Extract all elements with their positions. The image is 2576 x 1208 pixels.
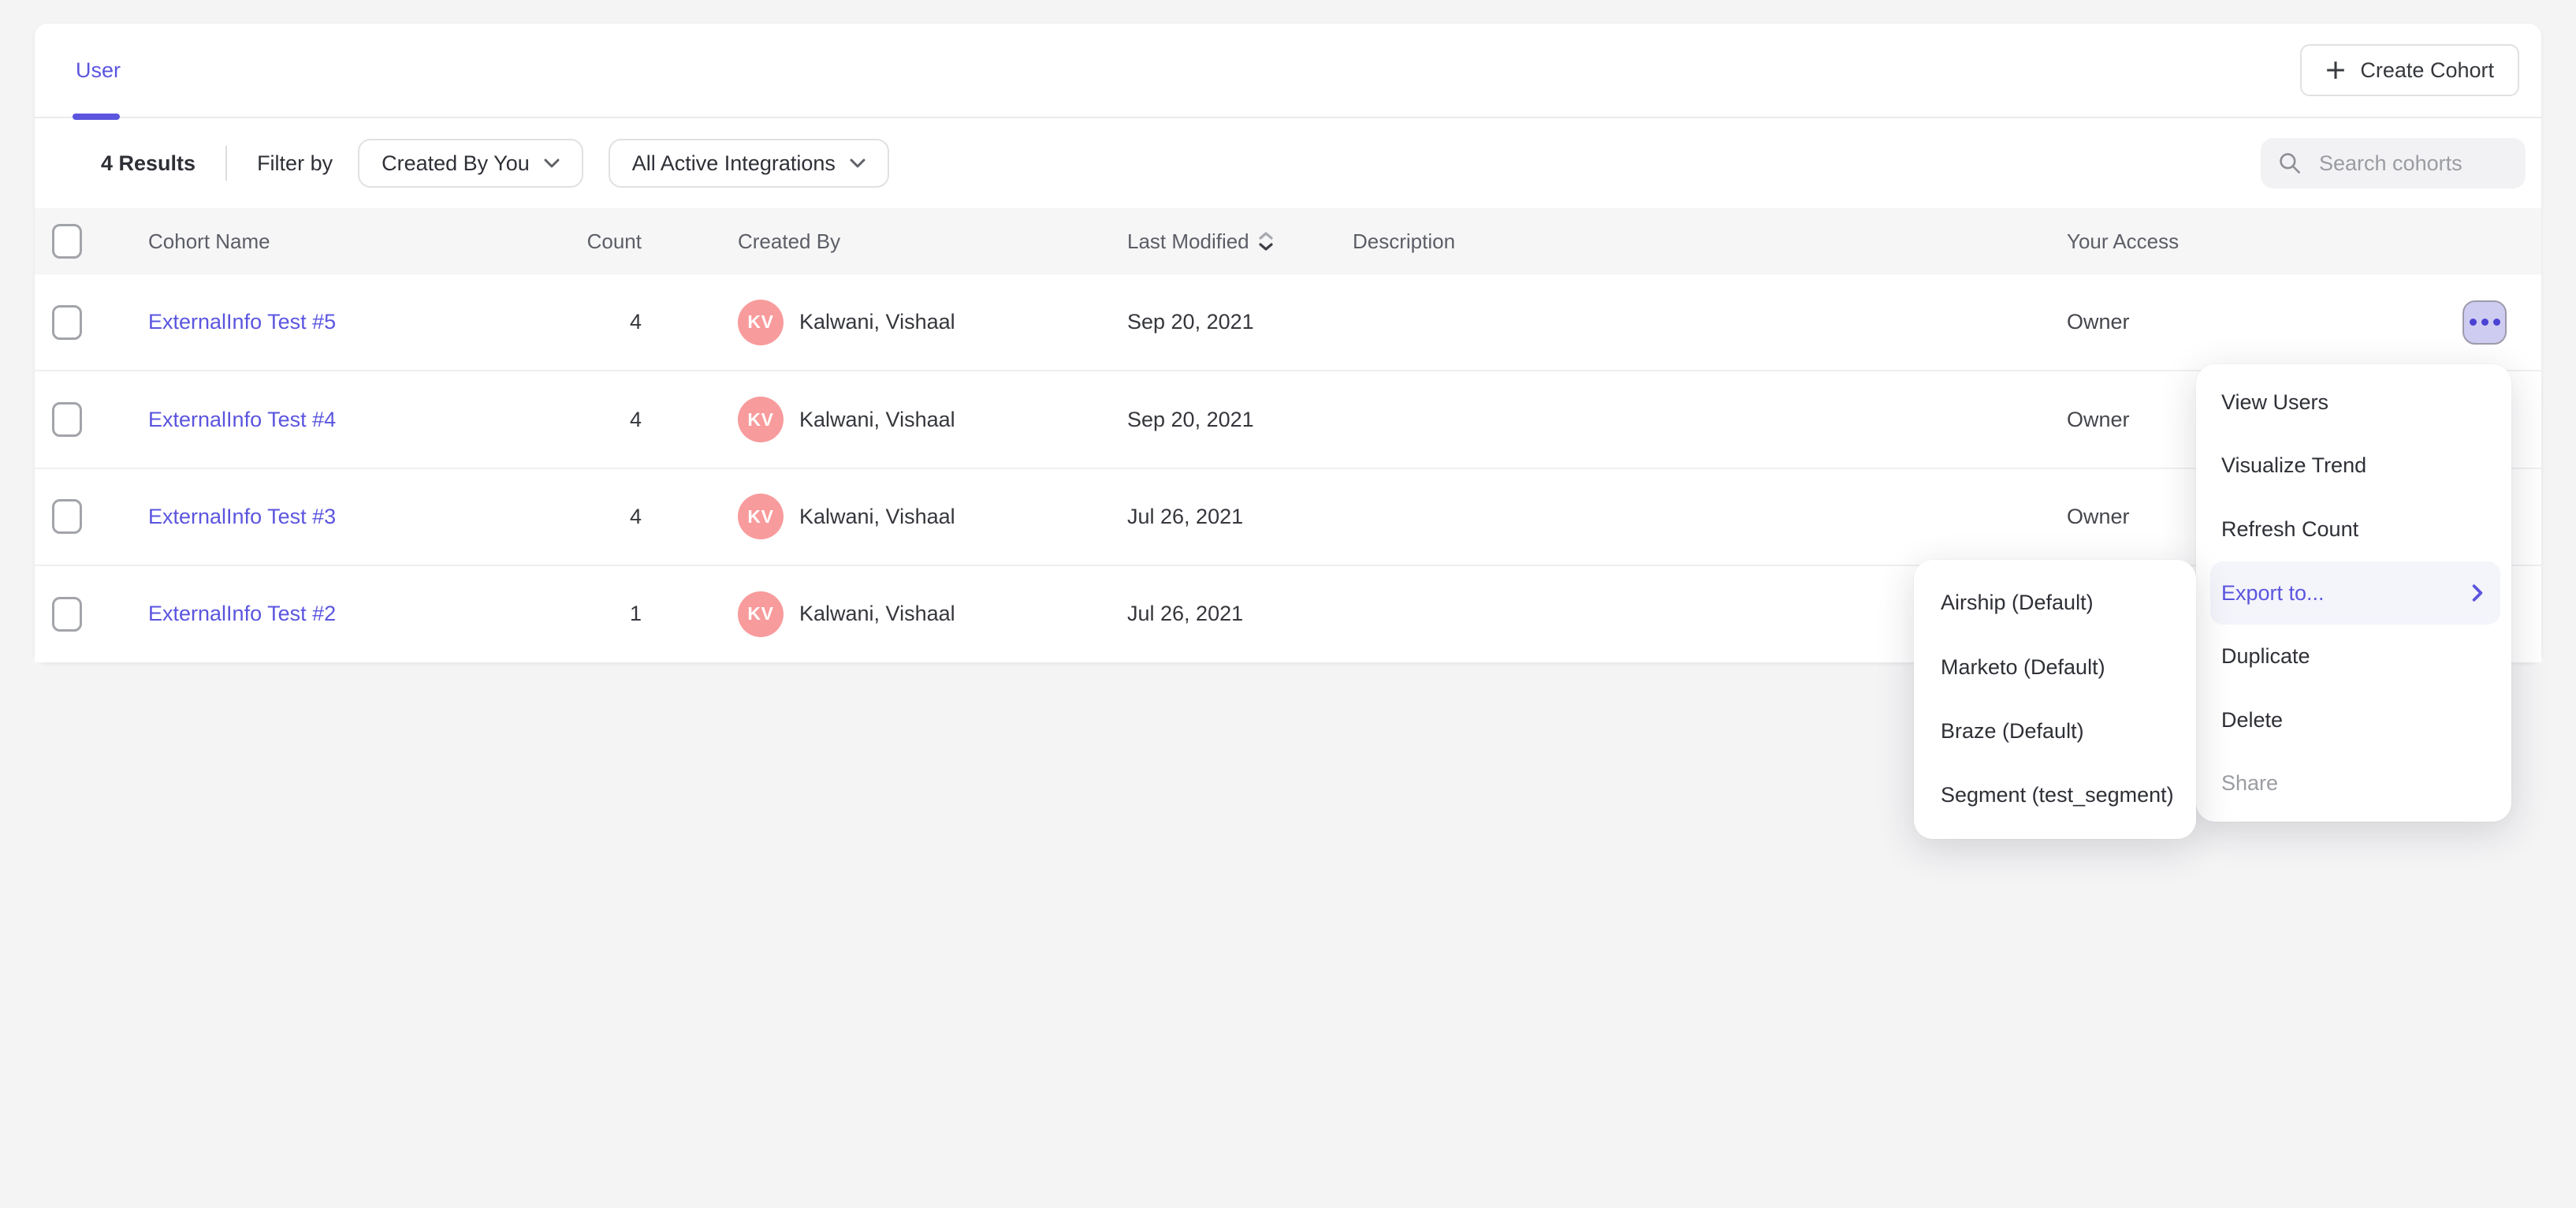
filter-by-label: Filter by bbox=[257, 151, 333, 176]
row-checkbox[interactable] bbox=[52, 305, 82, 340]
create-cohort-label: Create Cohort bbox=[2360, 58, 2494, 83]
sort-asc-desc-icon bbox=[1259, 232, 1273, 251]
menu-item-export-to[interactable]: Export to... bbox=[2210, 561, 2500, 625]
cohort-count: 1 bbox=[542, 602, 642, 626]
created-by-name: Kalwani, Vishaal bbox=[799, 310, 955, 334]
access-level: Owner bbox=[2067, 310, 2462, 334]
integrations-dropdown-label: All Active Integrations bbox=[632, 151, 836, 176]
last-modified: Sep 20, 2021 bbox=[1127, 408, 1353, 432]
cohort-name-link[interactable]: ExternalInfo Test #4 bbox=[148, 408, 336, 431]
last-modified: Sep 20, 2021 bbox=[1127, 310, 1353, 334]
menu-item-refresh-count[interactable]: Refresh Count bbox=[2196, 498, 2511, 561]
cohort-count: 4 bbox=[542, 310, 642, 334]
created-by-name: Kalwani, Vishaal bbox=[799, 505, 955, 529]
col-count: Count bbox=[542, 229, 642, 254]
chevron-down-icon bbox=[544, 158, 560, 168]
menu-item-duplicate[interactable]: Duplicate bbox=[2196, 625, 2511, 688]
chevron-right-icon bbox=[2472, 584, 2483, 602]
created-by-dropdown-label: Created By You bbox=[382, 151, 530, 176]
select-all-checkbox[interactable] bbox=[52, 224, 82, 259]
last-modified: Jul 26, 2021 bbox=[1127, 505, 1353, 529]
plus-icon bbox=[2325, 60, 2346, 80]
row-actions-button[interactable] bbox=[2462, 300, 2507, 345]
table-row: ExternalInfo Test #3 4 KV Kalwani, Visha… bbox=[35, 469, 2541, 566]
cohort-count: 4 bbox=[542, 408, 642, 432]
search-icon bbox=[2278, 151, 2302, 175]
export-submenu: Airship (Default) Marketo (Default) Braz… bbox=[1914, 560, 2196, 839]
table-row: ExternalInfo Test #5 4 KV Kalwani, Visha… bbox=[35, 274, 2541, 371]
col-cohort-name: Cohort Name bbox=[148, 229, 542, 254]
create-cohort-button[interactable]: Create Cohort bbox=[2300, 44, 2519, 96]
col-last-modified-label: Last Modified bbox=[1127, 229, 1249, 254]
submenu-item-marketo[interactable]: Marketo (Default) bbox=[1914, 635, 2196, 699]
submenu-item-segment[interactable]: Segment (test_segment) bbox=[1914, 763, 2196, 827]
avatar: KV bbox=[738, 494, 784, 539]
avatar: KV bbox=[738, 397, 784, 442]
integrations-dropdown[interactable]: All Active Integrations bbox=[609, 139, 889, 188]
menu-item-delete[interactable]: Delete bbox=[2196, 688, 2511, 752]
search-input[interactable] bbox=[2316, 150, 2508, 177]
cohort-name-link[interactable]: ExternalInfo Test #2 bbox=[148, 602, 336, 625]
last-modified: Jul 26, 2021 bbox=[1127, 602, 1353, 626]
submenu-item-airship[interactable]: Airship (Default) bbox=[1914, 571, 2196, 635]
col-last-modified-sort[interactable]: Last Modified bbox=[1127, 229, 1353, 254]
menu-item-export-to-label: Export to... bbox=[2221, 581, 2325, 606]
row-checkbox[interactable] bbox=[52, 597, 82, 632]
cohort-count: 4 bbox=[542, 505, 642, 529]
chevron-down-icon bbox=[850, 158, 865, 168]
menu-item-view-users[interactable]: View Users bbox=[2196, 371, 2511, 434]
avatar: KV bbox=[738, 300, 784, 345]
created-by-dropdown[interactable]: Created By You bbox=[358, 139, 583, 188]
search-field[interactable] bbox=[2261, 138, 2526, 188]
col-created-by: Created By bbox=[738, 229, 1127, 254]
table-row: ExternalInfo Test #4 4 KV Kalwani, Visha… bbox=[35, 371, 2541, 468]
tab-bar: User Create Cohort bbox=[35, 24, 2541, 118]
active-tab-underline bbox=[73, 114, 120, 120]
tab-user[interactable]: User bbox=[76, 24, 121, 117]
table-header: Cohort Name Count Created By Last Modifi… bbox=[35, 208, 2541, 274]
avatar: KV bbox=[738, 591, 784, 637]
col-description: Description bbox=[1353, 229, 2067, 254]
ellipsis-icon bbox=[2470, 319, 2500, 326]
cohort-name-link[interactable]: ExternalInfo Test #3 bbox=[148, 505, 336, 528]
cohort-name-link[interactable]: ExternalInfo Test #5 bbox=[148, 310, 336, 334]
submenu-item-braze[interactable]: Braze (Default) bbox=[1914, 699, 2196, 763]
row-actions-menu: View Users Visualize Trend Refresh Count… bbox=[2196, 364, 2511, 822]
filter-bar: 4 Results Filter by Created By You All A… bbox=[35, 118, 2541, 208]
row-checkbox[interactable] bbox=[52, 499, 82, 534]
tab-user-label: User bbox=[76, 58, 121, 83]
col-your-access: Your Access bbox=[2067, 229, 2462, 254]
created-by-name: Kalwani, Vishaal bbox=[799, 408, 955, 432]
results-count: 4 Results bbox=[101, 151, 195, 176]
row-checkbox[interactable] bbox=[52, 402, 82, 437]
divider bbox=[225, 146, 227, 181]
menu-item-visualize-trend[interactable]: Visualize Trend bbox=[2196, 434, 2511, 498]
cohorts-page: User Create Cohort 4 Results Filter by C… bbox=[0, 0, 2576, 1208]
menu-item-share: Share bbox=[2196, 752, 2511, 816]
created-by-name: Kalwani, Vishaal bbox=[799, 602, 955, 626]
select-all-checkbox-cell bbox=[35, 224, 148, 259]
